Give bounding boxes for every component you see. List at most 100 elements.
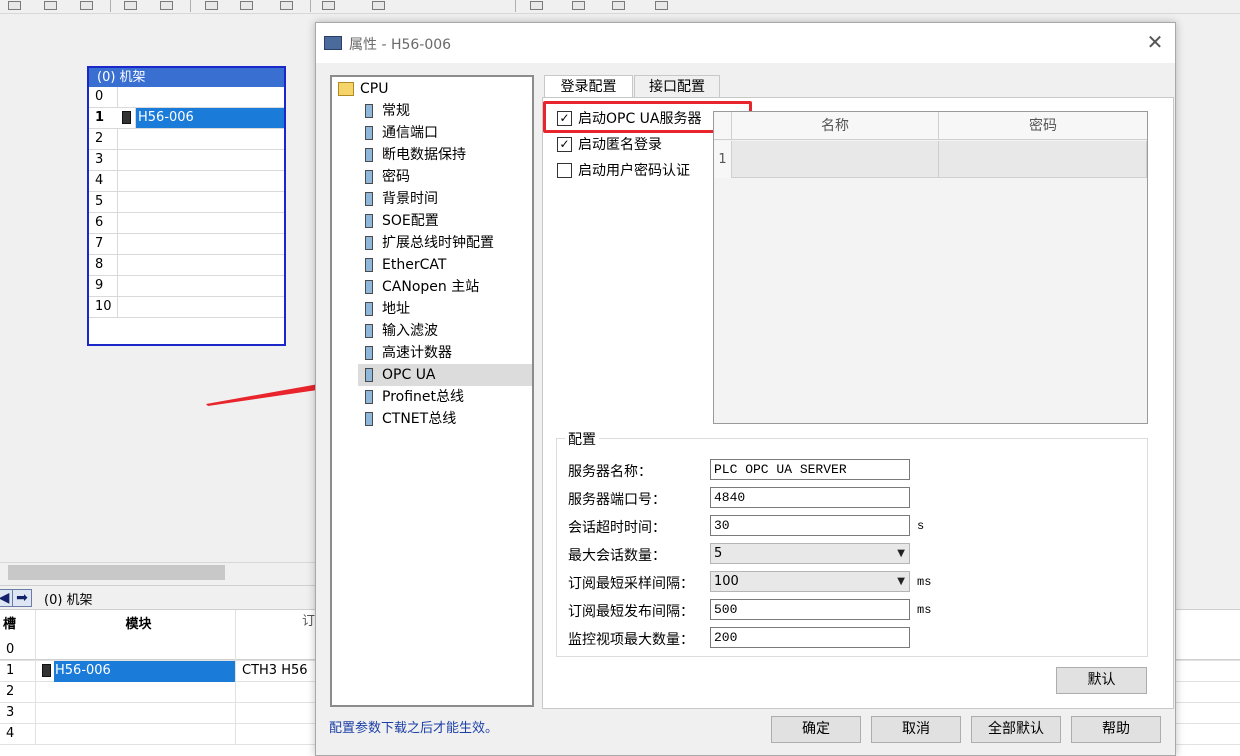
checkbox-box[interactable]: ✓ [557,137,572,152]
node-icon [365,346,373,360]
close-icon[interactable]: ✕ [1144,31,1166,53]
dropdown-arrow-icon: ▼ [897,548,905,559]
download-note: 配置参数下载之后才能生效。 [329,721,499,736]
node-icon [365,368,373,382]
save-all-icon[interactable] [80,1,93,10]
ok-button[interactable]: 确定 [771,716,861,743]
checkbox-box[interactable]: ✓ [557,111,572,126]
cancel-button[interactable]: 取消 [871,716,961,743]
row-number: 1 [714,141,732,178]
save-icon[interactable] [44,1,57,10]
tree-item-opcua[interactable]: OPC UA [358,364,532,386]
rack-slot-10[interactable]: 10 [89,297,284,318]
password-cell[interactable] [939,141,1147,178]
rack-slot-9[interactable]: 9 [89,276,284,297]
min-publish-unit: ms [917,603,932,617]
copy-icon[interactable] [240,1,253,10]
min-sample-unit: ms [917,575,932,589]
node-icon [365,236,373,250]
col-name: 名称 [732,112,939,140]
all-default-button[interactable]: 全部默认 [971,716,1061,743]
rack-slot-4[interactable]: 4 [89,171,284,192]
port-label: 服务器端口号： [568,492,666,508]
tree-item-password[interactable]: 密码 [332,166,532,188]
network-icon[interactable] [124,1,137,10]
node-icon [365,302,373,316]
tree-item-canopen[interactable]: CANopen 主站 [332,276,532,298]
upload-icon[interactable] [372,1,385,10]
module-cell[interactable]: H56-006 [54,661,236,682]
tree-item-address[interactable]: 地址 [332,298,532,320]
port-input[interactable]: 4840 [710,487,910,508]
tree-item-ethercat[interactable]: EtherCAT [332,254,532,276]
max-items-input[interactable]: 200 [710,627,910,648]
default-button[interactable]: 默认 [1056,667,1147,694]
timeout-label: 会话超时时间： [568,520,666,536]
tab-interface-config[interactable]: 接口配置 [634,75,720,98]
dropdown-arrow-icon: ▼ [897,576,905,587]
download-icon[interactable] [322,1,335,10]
rack-slot-6[interactable]: 6 [89,213,284,234]
tree-root-cpu[interactable]: CPU [332,78,532,100]
main-toolbar [0,0,1240,14]
tree-item-general[interactable]: 常规 [332,100,532,122]
monitor-icon[interactable] [530,1,543,10]
rack-slot-0[interactable]: 0 [89,87,284,108]
cut-icon[interactable] [205,1,218,10]
rack-slot-1[interactable]: 1 H56-006 [89,108,284,129]
tree-item-ctnet[interactable]: CTNET总线 [332,408,532,430]
folder-icon [338,82,354,96]
min-publish-input[interactable]: 500 [710,599,910,620]
min-sample-select[interactable]: 100 ▼ [710,571,910,592]
help-icon[interactable] [655,1,668,10]
col-password: 密码 [939,112,1147,140]
nav-forward-icon[interactable]: ➡ [12,589,32,607]
node-icon [365,192,373,206]
rack-slot-3[interactable]: 3 [89,150,284,171]
rack-slot-7[interactable]: 7 [89,234,284,255]
online-icon[interactable] [572,1,585,10]
timeout-input[interactable]: 30 [710,515,910,536]
tree-item-hsc[interactable]: 高速计数器 [332,342,532,364]
rack-slot-2[interactable]: 2 [89,129,284,150]
new-file-icon[interactable] [8,1,21,10]
config-group-title: 配置 [565,429,599,449]
property-tree: CPU 常规 通信端口 断电数据保持 密码 背景时间 SOE配置 扩展总线时钟配… [330,75,534,707]
min-sample-label: 订阅最短采样间隔： [568,576,694,592]
order-cell: CTH3 H56 [236,661,316,682]
tree-item-comm-port[interactable]: 通信端口 [332,122,532,144]
tree-item-retain[interactable]: 断电数据保持 [332,144,532,166]
dialog-titlebar: 属性 - H56-006 ✕ [316,23,1175,63]
tree-item-background-time[interactable]: 背景时间 [332,188,532,210]
rack-view: (0) 机架 0 1 H56-006 2 3 4 5 6 7 8 9 10 [87,66,286,346]
tree-item-profinet[interactable]: Profinet总线 [332,386,532,408]
module-icon [122,111,131,124]
server-name-label: 服务器名称： [568,464,652,480]
rack-module-label[interactable]: H56-006 [135,108,284,128]
print-icon[interactable] [160,1,173,10]
checkbox-box[interactable] [557,163,572,178]
tree-item-bus-clock[interactable]: 扩展总线时钟配置 [332,232,532,254]
rack-title: (0) 机架 [89,68,284,87]
module-icon [42,664,51,677]
max-sessions-select[interactable]: 5 ▼ [710,543,910,564]
node-icon [365,324,373,338]
max-items-label: 监控视项最大数量： [568,632,694,648]
help-button[interactable]: 帮助 [1071,716,1161,743]
tree-item-soe[interactable]: SOE配置 [332,210,532,232]
min-publish-label: 订阅最短发布间隔： [568,604,694,620]
node-icon [365,214,373,228]
globe-icon[interactable] [612,1,625,10]
name-cell[interactable] [732,141,939,178]
user-table: 名称 密码 1 [713,111,1148,424]
node-icon [365,170,373,184]
server-name-input[interactable]: PLC OPC UA SERVER [710,459,910,480]
tab-login-config[interactable]: 登录配置 [544,75,633,99]
tree-item-input-filter[interactable]: 输入滤波 [332,320,532,342]
paste-icon[interactable] [280,1,293,10]
horizontal-scrollbar[interactable] [0,562,315,582]
rack-slot-8[interactable]: 8 [89,255,284,276]
scroll-thumb[interactable] [8,565,225,580]
rack-slot-5[interactable]: 5 [89,192,284,213]
node-icon [365,390,373,404]
